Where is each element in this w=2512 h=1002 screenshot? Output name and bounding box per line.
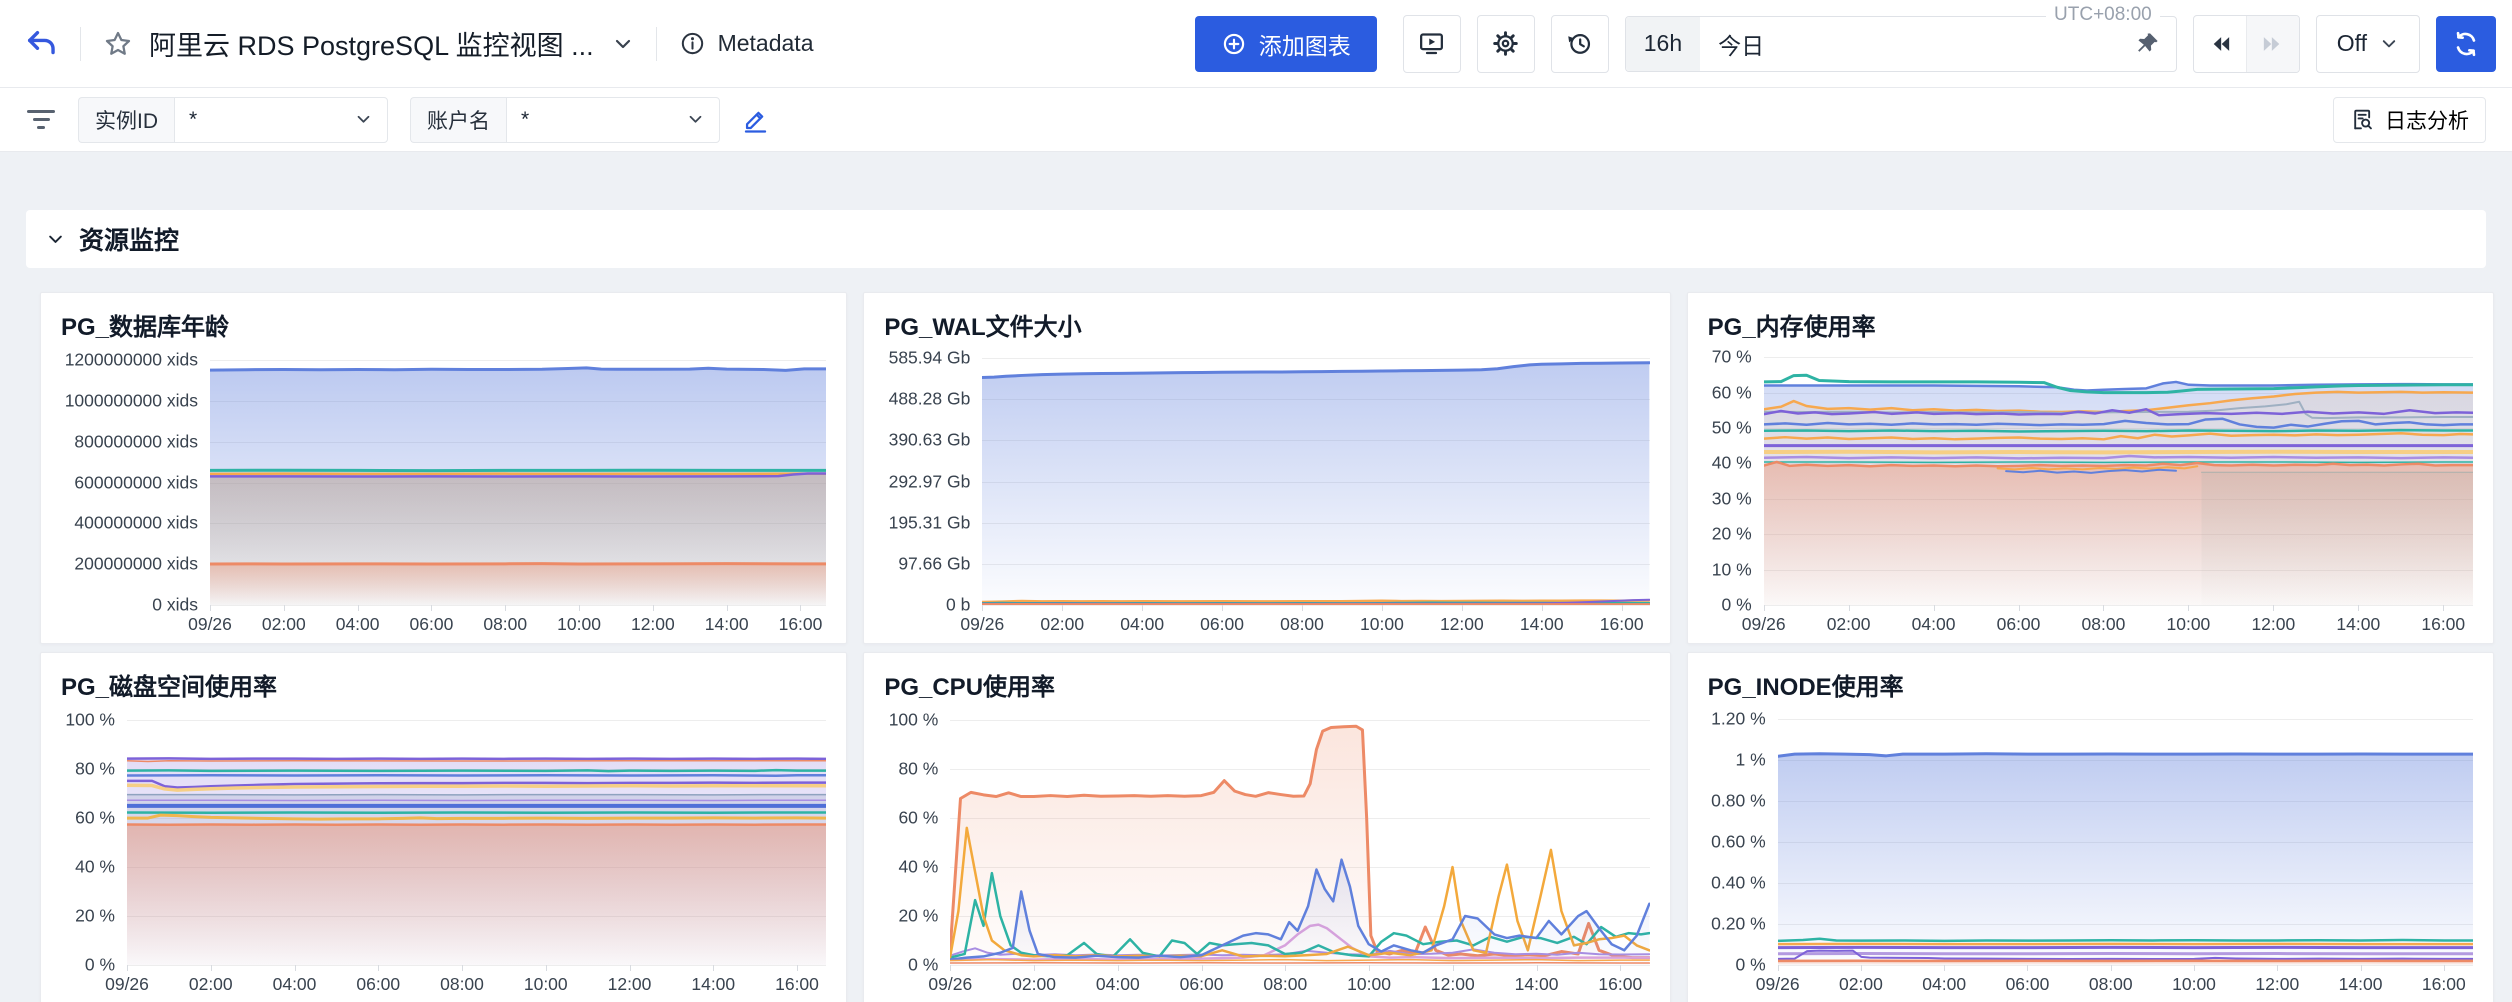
x-axis-labels: 09/26 02:00 04:00 06:00 08:00 10:00 12:00 14:00… — [105, 965, 826, 995]
shift-back-button[interactable] — [2194, 16, 2246, 72]
account-name-select[interactable]: * — [506, 96, 720, 143]
chart-memory[interactable]: 70 % 60 % 50 % 40 % 30 % 20 % 10 % 0 % 09/26 02:… — [1708, 343, 2473, 635]
pencil-icon — [742, 106, 769, 133]
add-chart-button[interactable]: 添加图表 — [1194, 15, 1377, 72]
pin-icon[interactable] — [2134, 31, 2160, 57]
x-axis-labels: 09/26 02:00 04:00 06:00 08:00 10:00 12:00 14:00… — [188, 605, 826, 635]
x-axis-labels: 09/26 02:00 04:00 06:00 08:00 10:00 12:00 14:00… — [960, 605, 1649, 635]
y-axis-labels: 585.94 Gb 488.28 Gb 390.63 Gb 292.97 Gb 195.… — [888, 347, 971, 615]
chart-title: PG_数据库年龄 — [61, 314, 230, 341]
fast-backward-icon — [2208, 32, 2232, 56]
timezone-label: UTC+08:00 — [2046, 3, 2160, 26]
chart-db-age[interactable]: 1200000000 xids 1000000000 xids 800000000 … — [61, 343, 827, 635]
edit-filters-button[interactable] — [742, 106, 769, 133]
chart-card-wal-size: PG_WAL文件大小 585.94 Gb 488.28 Gb 390.63 Gb 29… — [863, 292, 1671, 644]
settings-button[interactable] — [1476, 14, 1535, 73]
fullscreen-play-button[interactable] — [1402, 14, 1461, 73]
chart-title: PG_内存使用率 — [1707, 314, 1876, 341]
refresh-icon — [2452, 30, 2480, 58]
refresh-button[interactable] — [2436, 15, 2496, 72]
time-range-picker[interactable]: 16h 今日 UTC+08:00 — [1624, 3, 2177, 72]
log-analysis-button[interactable]: 日志分析 — [2333, 96, 2486, 143]
chart-cpu[interactable]: 100 % 80 % 60 % 40 % 20 % 0 % 09/26 02:00 04:00… — [884, 703, 1650, 995]
x-axis-labels: 09/26 02:00 04:00 06:00 08:00 10:00 12:00 14:00… — [1756, 965, 2473, 995]
plot-area[interactable] — [950, 703, 1650, 966]
section-title: 资源监控 — [79, 227, 180, 255]
chart-title: PG_CPU使用率 — [884, 674, 1056, 701]
dashboard-title: 阿里云 RDS PostgreSQL 监控视图 ... — [149, 31, 594, 61]
auto-refresh-dropdown[interactable]: Off — [2315, 14, 2420, 73]
x-axis-labels: 09/26 02:00 04:00 06:00 08:00 10:00 12:00 14:00… — [1742, 605, 2473, 635]
top-bar-actions: 添加图表 16h 今日 UTC+08:00 Off — [1194, 3, 2496, 73]
gear-icon — [1492, 30, 1519, 57]
filter-label: 实例ID — [78, 96, 174, 143]
presentation-icon — [1418, 30, 1445, 57]
top-bar: 阿里云 RDS PostgreSQL 监控视图 ... Metadata 添加图… — [0, 0, 2512, 88]
undo-icon[interactable] — [24, 27, 58, 61]
metadata-label: Metadata — [717, 30, 814, 56]
y-axis-labels: 100 % 80 % 60 % 40 % 20 % 0 % — [888, 709, 939, 975]
chart-title: PG_磁盘空间使用率 — [61, 674, 278, 701]
time-range-label: 今日 — [1718, 32, 1765, 59]
plot-area[interactable] — [1777, 703, 2473, 966]
y-axis-labels: 100 % 80 % 60 % 40 % 20 % 0 % — [65, 709, 115, 975]
chart-wal-size[interactable]: 585.94 Gb 488.28 Gb 390.63 Gb 292.97 Gb 195.… — [884, 343, 1650, 635]
section-collapse-chevron-down-icon[interactable] — [46, 230, 65, 249]
section-resource-monitoring: 资源监控 — [26, 210, 2486, 268]
chart-card-db-age: PG_数据库年龄 1200000000 xids 1000000000 xids 8… — [40, 292, 848, 644]
y-axis-labels: 70 % 60 % 50 % 40 % 30 % 20 % 10 % 0 % — [1711, 346, 1752, 615]
chart-title: PG_INODE使用率 — [1707, 674, 1904, 701]
plot-area[interactable] — [210, 343, 827, 606]
time-shift-controls — [2192, 14, 2300, 73]
divider — [80, 26, 81, 61]
metadata-button[interactable]: Metadata — [679, 30, 814, 57]
chart-inode[interactable]: 1.20 % 1 % 0.80 % 0.60 % 0.40 % 0.20 % 0 % 09/… — [1708, 703, 2473, 995]
y-axis-labels: 1200000000 xids 1000000000 xids 800000000 … — [64, 349, 198, 615]
plot-area[interactable] — [1763, 343, 2473, 606]
star-icon[interactable] — [103, 29, 133, 59]
shift-forward-button — [2245, 15, 2299, 72]
filter-label: 账户名 — [410, 96, 506, 143]
filter-account-name: 账户名 * — [410, 96, 720, 143]
y-axis-labels: 1.20 % 1 % 0.80 % 0.60 % 0.40 % 0.20 % 0 % — [1711, 708, 1766, 975]
info-icon — [679, 30, 706, 57]
plus-circle-icon — [1221, 31, 1247, 57]
x-axis-labels: 09/26 02:00 04:00 06:00 08:00 10:00 12:00 14:00… — [928, 965, 1649, 995]
dashboard-title-chevron-down-icon[interactable] — [612, 33, 634, 55]
charts-grid: PG_数据库年龄 1200000000 xids 1000000000 xids 8… — [40, 292, 2494, 1002]
plot-area[interactable] — [982, 343, 1650, 606]
time-duration-chip[interactable]: 16h — [1625, 16, 1701, 71]
chart-card-inode: PG_INODE使用率 1.20 % 1 % 0.80 % 0.60 % 0.40 % 0… — [1686, 652, 2494, 1002]
chart-card-memory: PG_内存使用率 70 % 60 % 50 % 40 % 30 % 20 % 10 % 0 %… — [1686, 292, 2494, 644]
chevron-down-icon — [354, 110, 373, 129]
chevron-down-icon — [2379, 34, 2399, 54]
history-icon — [1566, 30, 1593, 57]
history-button[interactable] — [1550, 14, 1609, 73]
chart-disk[interactable]: 100 % 80 % 60 % 40 % 20 % 0 % 09/26 02:00 04:00… — [61, 703, 827, 995]
instance-id-select[interactable]: * — [174, 96, 388, 143]
divider — [655, 26, 657, 61]
chart-card-cpu: PG_CPU使用率 100 % 80 % 60 % 40 % 20 % 0 % 09/26… — [863, 652, 1671, 1002]
doc-search-icon — [2350, 107, 2375, 132]
plot-area[interactable] — [127, 703, 827, 966]
filter-instance-id: 实例ID * — [78, 96, 388, 143]
chart-card-disk: PG_磁盘空间使用率 100 % 80 % 60 % 40 % 20 % 0 % 09/2… — [40, 652, 848, 1002]
filter-icon[interactable] — [26, 110, 56, 129]
filter-bar: 实例ID * 账户名 * 日志分析 — [0, 88, 2512, 152]
chevron-down-icon — [686, 110, 705, 129]
chart-title: PG_WAL文件大小 — [884, 314, 1082, 341]
fast-forward-icon — [2261, 32, 2285, 56]
